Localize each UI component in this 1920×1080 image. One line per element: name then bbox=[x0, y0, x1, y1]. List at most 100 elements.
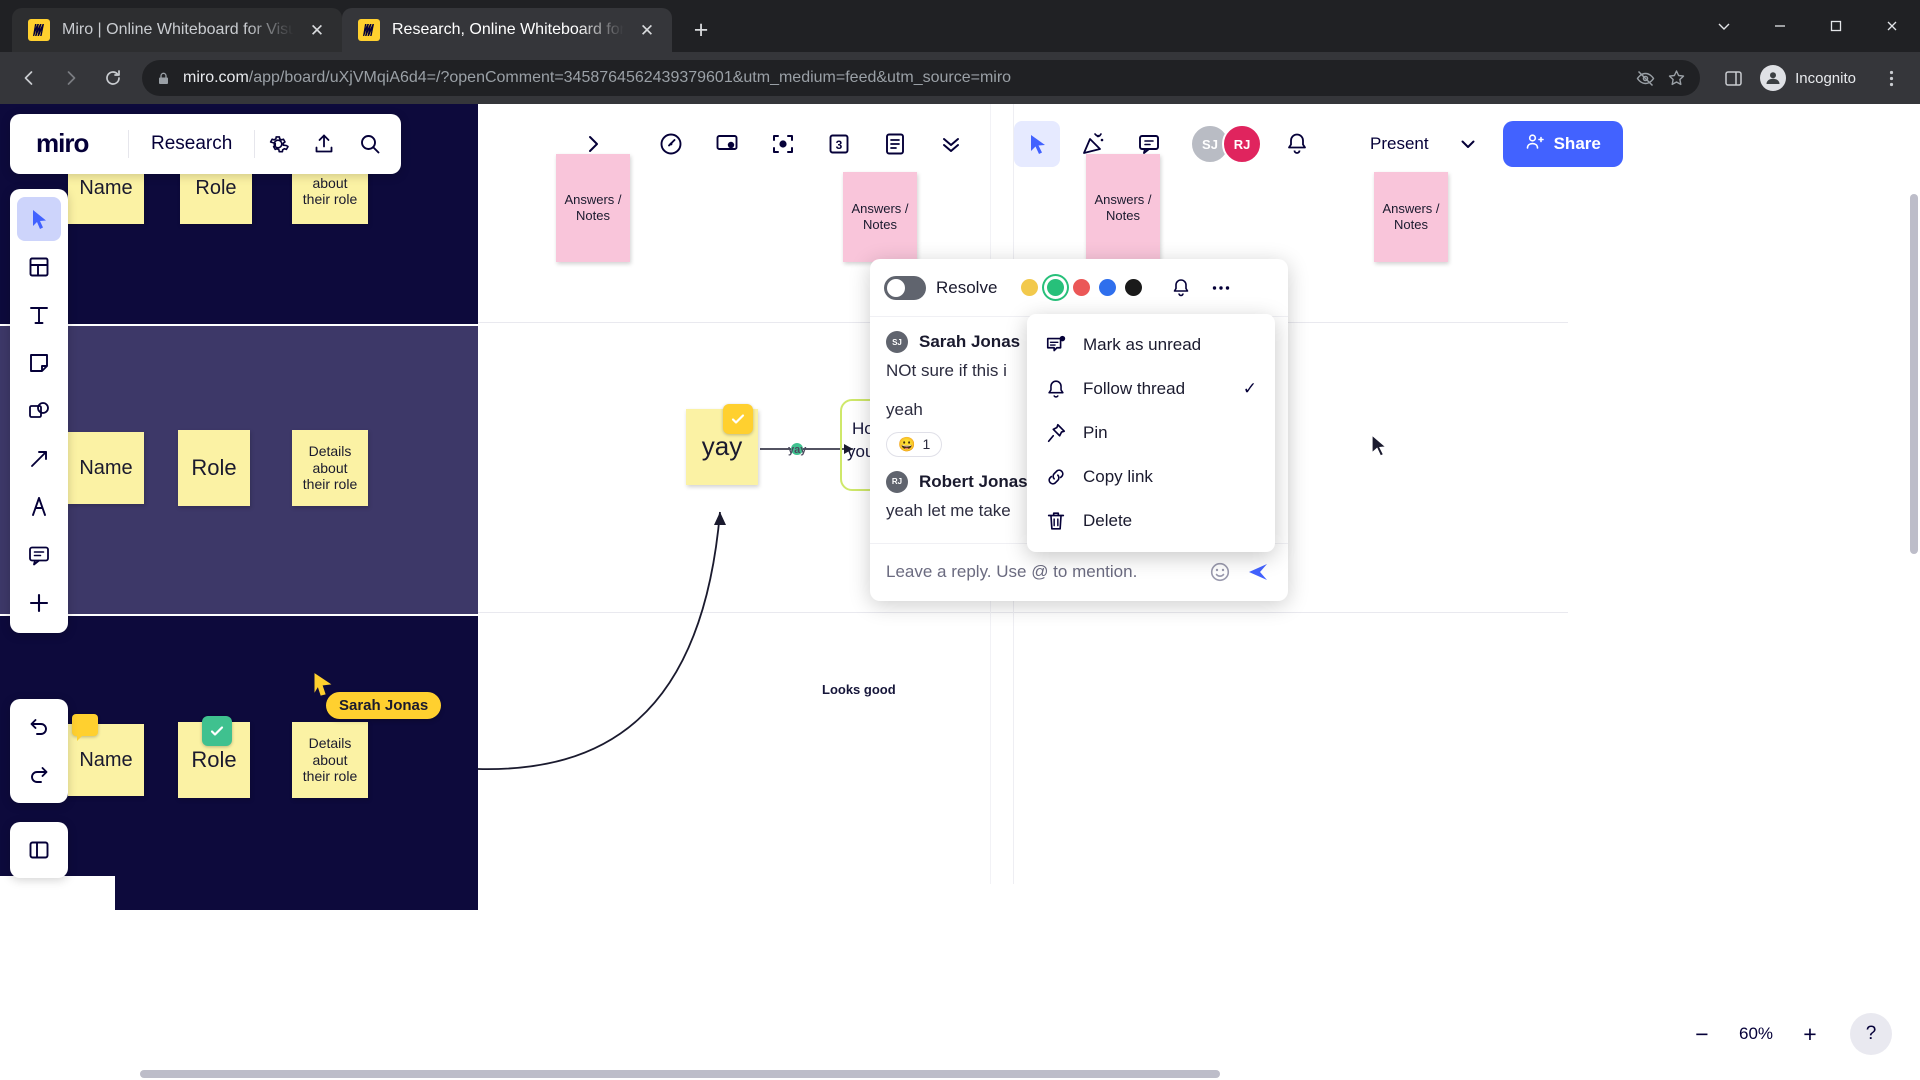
frame-focus-icon[interactable] bbox=[760, 121, 806, 167]
gear-icon[interactable] bbox=[255, 121, 301, 167]
undo-button[interactable] bbox=[17, 705, 61, 749]
sticky-note[interactable]: Name bbox=[68, 432, 144, 504]
sticky-note[interactable]: Details about their role bbox=[292, 430, 368, 506]
emoji-icon[interactable] bbox=[1206, 558, 1234, 586]
svg-text:miro: miro bbox=[36, 129, 88, 158]
approved-badge-yellow[interactable] bbox=[723, 404, 753, 434]
miro-app: yay Ho you Looks good NameRoleDetails ab… bbox=[0, 104, 1920, 1080]
reaction-chip[interactable]: 😀 1 bbox=[886, 431, 943, 457]
resolve-toggle[interactable] bbox=[884, 275, 926, 300]
incognito-avatar-icon bbox=[1760, 65, 1787, 91]
sticky-note[interactable]: Answers / Notes bbox=[1374, 172, 1448, 262]
collaborator-cursor-label: Sarah Jonas bbox=[326, 692, 442, 719]
zoom-out-button[interactable]: − bbox=[1680, 1012, 1724, 1056]
bell-icon[interactable] bbox=[1274, 121, 1320, 167]
close-window-button[interactable] bbox=[1864, 0, 1920, 52]
comment-author-name: Robert Jonas bbox=[919, 471, 1028, 491]
sticky-note-tool-button[interactable] bbox=[17, 341, 61, 385]
context-menu-item-copy-link[interactable]: Copy link bbox=[1027, 455, 1275, 499]
zoom-in-button[interactable]: + bbox=[1788, 1012, 1832, 1056]
text-tool-button[interactable] bbox=[17, 293, 61, 337]
sticky-note[interactable]: Role bbox=[178, 430, 250, 506]
zoom-level-label[interactable]: 60% bbox=[1730, 1024, 1782, 1044]
context-menu-item-follow-thread[interactable]: Follow thread ✓ bbox=[1027, 367, 1275, 411]
voting-icon[interactable]: 3 bbox=[816, 121, 862, 167]
tab-title: Research, Online Whiteboard for Visual C… bbox=[392, 21, 624, 38]
side-panel-button[interactable] bbox=[1714, 59, 1752, 97]
avatar[interactable]: RJ bbox=[1222, 124, 1262, 164]
close-icon[interactable]: ✕ bbox=[636, 19, 658, 41]
context-menu-item-delete[interactable]: Delete bbox=[1027, 499, 1275, 543]
comment-badge[interactable] bbox=[72, 714, 98, 741]
miro-logo-icon[interactable]: miro bbox=[18, 129, 128, 159]
curved-connector[interactable] bbox=[440, 484, 780, 784]
chevron-down-icon[interactable] bbox=[1696, 0, 1752, 52]
select-tool-button[interactable] bbox=[17, 197, 61, 241]
bell-icon bbox=[1045, 377, 1067, 401]
color-swatch-black[interactable] bbox=[1125, 279, 1143, 296]
cursor-share-icon[interactable] bbox=[1014, 121, 1060, 167]
timer-icon[interactable] bbox=[648, 121, 694, 167]
miro-center-bar: 3 SJ RJ Present Share bbox=[520, 114, 1920, 174]
browser-window: Miro | Online Whiteboard for Visual Coll… bbox=[0, 0, 1920, 1080]
reply-input-placeholder[interactable]: Leave a reply. Use @ to mention. bbox=[886, 562, 1196, 582]
window-controls bbox=[1696, 0, 1920, 52]
context-menu-item-pin[interactable]: Pin bbox=[1027, 411, 1275, 455]
more-apps-tool-button[interactable] bbox=[17, 581, 61, 625]
color-swatch-yellow[interactable] bbox=[1021, 279, 1039, 296]
share-button[interactable]: Share bbox=[1502, 121, 1623, 167]
bell-icon[interactable] bbox=[1166, 273, 1196, 303]
reload-button[interactable] bbox=[94, 59, 132, 97]
address-bar[interactable]: miro.com/app/board/uXjVMqiA6d4=/?openCom… bbox=[142, 60, 1701, 96]
present-button[interactable]: Present bbox=[1350, 122, 1449, 166]
templates-tool-button[interactable] bbox=[17, 245, 61, 289]
color-swatch-red[interactable] bbox=[1073, 279, 1091, 296]
context-menu-item-mark-as-unread[interactable]: Mark as unread bbox=[1027, 323, 1275, 367]
sticky-note[interactable]: Answers / Notes bbox=[843, 172, 917, 262]
shapes-tool-button[interactable] bbox=[17, 389, 61, 433]
connection-line-tool-button[interactable] bbox=[17, 437, 61, 481]
url-path: /app/board/uXjVMqiA6d4=/?openComment=345… bbox=[248, 69, 1012, 86]
close-icon[interactable]: ✕ bbox=[306, 19, 328, 41]
avatar: RJ bbox=[886, 470, 908, 493]
context-menu-item-label: Follow thread bbox=[1083, 379, 1186, 398]
screenshare-icon[interactable] bbox=[704, 121, 750, 167]
miro-favicon-icon bbox=[28, 19, 50, 41]
color-swatch-blue[interactable] bbox=[1099, 279, 1117, 296]
send-icon[interactable] bbox=[1244, 558, 1272, 586]
redo-button[interactable] bbox=[17, 753, 61, 797]
minimize-button[interactable] bbox=[1752, 0, 1808, 52]
maximize-button[interactable] bbox=[1808, 0, 1864, 52]
sticky-note[interactable]: Details about their role bbox=[292, 722, 368, 798]
color-swatch-green[interactable] bbox=[1047, 279, 1065, 296]
chevron-double-down-icon[interactable] bbox=[928, 121, 974, 167]
help-button[interactable]: ? bbox=[1850, 1013, 1892, 1055]
chevron-right-icon[interactable] bbox=[570, 121, 616, 167]
more-horizontal-icon[interactable] bbox=[1206, 273, 1236, 303]
browser-tab-1[interactable]: Miro | Online Whiteboard for Visual Coll… bbox=[12, 8, 342, 52]
forward-button[interactable] bbox=[52, 59, 90, 97]
chat-icon[interactable] bbox=[1126, 121, 1172, 167]
vertical-scrollbar[interactable] bbox=[1910, 194, 1918, 554]
pen-tool-button[interactable] bbox=[17, 485, 61, 529]
avatar: SJ bbox=[886, 331, 908, 353]
context-menu-item-label: Delete bbox=[1083, 511, 1133, 530]
browser-tab-2[interactable]: Research, Online Whiteboard for Visual C… bbox=[342, 8, 672, 52]
notes-icon[interactable] bbox=[872, 121, 918, 167]
confetti-icon[interactable] bbox=[1070, 121, 1116, 167]
comment-tool-button[interactable] bbox=[17, 533, 61, 577]
bookmark-star-icon[interactable] bbox=[1667, 69, 1686, 88]
toggle-panel-button[interactable] bbox=[17, 828, 61, 872]
board-name-label[interactable]: Research bbox=[129, 133, 254, 155]
board-frame-4[interactable] bbox=[115, 870, 478, 910]
incognito-profile-button[interactable]: Incognito bbox=[1756, 61, 1868, 95]
chrome-menu-button[interactable] bbox=[1872, 59, 1910, 97]
new-tab-button[interactable]: + bbox=[682, 11, 720, 49]
approved-badge[interactable] bbox=[202, 716, 232, 746]
chevron-down-icon[interactable] bbox=[1449, 122, 1487, 166]
upload-icon[interactable] bbox=[301, 121, 347, 167]
no-tracking-icon[interactable] bbox=[1636, 69, 1655, 88]
search-icon[interactable] bbox=[347, 121, 393, 167]
horizontal-scrollbar[interactable] bbox=[140, 1070, 1220, 1078]
back-button[interactable] bbox=[10, 59, 48, 97]
